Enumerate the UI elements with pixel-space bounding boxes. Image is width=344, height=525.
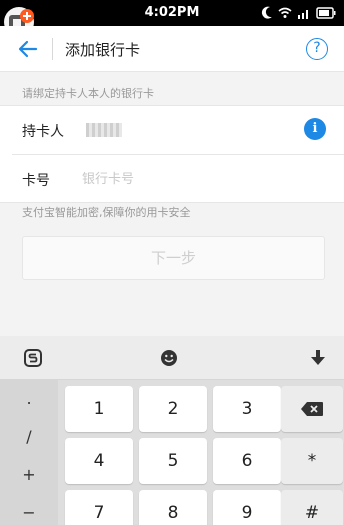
key-9[interactable]: 9 xyxy=(213,490,281,525)
signal-icon xyxy=(298,10,308,19)
sogou-logo-icon[interactable] xyxy=(24,349,42,367)
moon-icon xyxy=(261,6,272,19)
status-icons xyxy=(261,5,336,21)
status-bar: 4:02PM xyxy=(0,0,344,37)
main-content: 请绑定持卡人本人的银行卡 持卡人 i 卡号 支付宝智能加密,保障你的用卡安全 下… xyxy=(0,72,344,336)
wifi-icon xyxy=(278,7,292,18)
symbol-key[interactable]: / xyxy=(0,418,58,456)
arrow-left-icon[interactable] xyxy=(16,37,40,61)
hide-keyboard-icon[interactable] xyxy=(310,349,326,367)
key-5[interactable]: 5 xyxy=(139,438,207,484)
keyboard-toolbar xyxy=(0,336,344,380)
card-holder-row: 持卡人 i xyxy=(0,106,344,154)
card-number-input[interactable] xyxy=(82,165,322,193)
numeric-keyboard: . / + − 1 2 3 4 5 6 * 7 8 9 # xyxy=(0,380,344,525)
key-8[interactable]: 8 xyxy=(139,490,207,525)
battery-icon xyxy=(316,7,336,19)
symbol-key[interactable]: + xyxy=(0,456,58,494)
symbol-key[interactable]: . xyxy=(0,380,58,418)
key-2[interactable]: 2 xyxy=(139,386,207,432)
page-title: 添加银行卡 xyxy=(65,41,141,59)
bind-card-hint: 请绑定持卡人本人的银行卡 xyxy=(22,87,154,100)
backspace-icon xyxy=(301,402,323,416)
hash-key[interactable]: # xyxy=(281,490,343,525)
key-3[interactable]: 3 xyxy=(213,386,281,432)
key-4[interactable]: 4 xyxy=(65,438,133,484)
title-divider xyxy=(52,38,53,60)
security-note: 支付宝智能加密,保障你的用卡安全 xyxy=(22,206,191,219)
info-icon[interactable]: i xyxy=(304,118,326,140)
title-bar: 添加银行卡 ? xyxy=(0,26,344,72)
card-holder-name-masked xyxy=(86,123,122,137)
key-7[interactable]: 7 xyxy=(65,490,133,525)
key-6[interactable]: 6 xyxy=(213,438,281,484)
symbol-key[interactable]: − xyxy=(0,494,58,525)
symbol-column: . / + − xyxy=(0,380,58,525)
card-holder-label: 持卡人 xyxy=(22,124,64,140)
key-1[interactable]: 1 xyxy=(65,386,133,432)
backspace-button[interactable] xyxy=(281,386,343,432)
card-number-row: 卡号 xyxy=(12,154,344,202)
next-step-button[interactable]: 下一步 xyxy=(22,236,325,280)
card-form: 持卡人 i 卡号 xyxy=(0,105,344,203)
emoji-icon[interactable] xyxy=(160,349,178,367)
star-key[interactable]: * xyxy=(281,438,343,484)
help-button[interactable]: ? xyxy=(306,38,328,60)
card-number-label: 卡号 xyxy=(22,173,50,189)
